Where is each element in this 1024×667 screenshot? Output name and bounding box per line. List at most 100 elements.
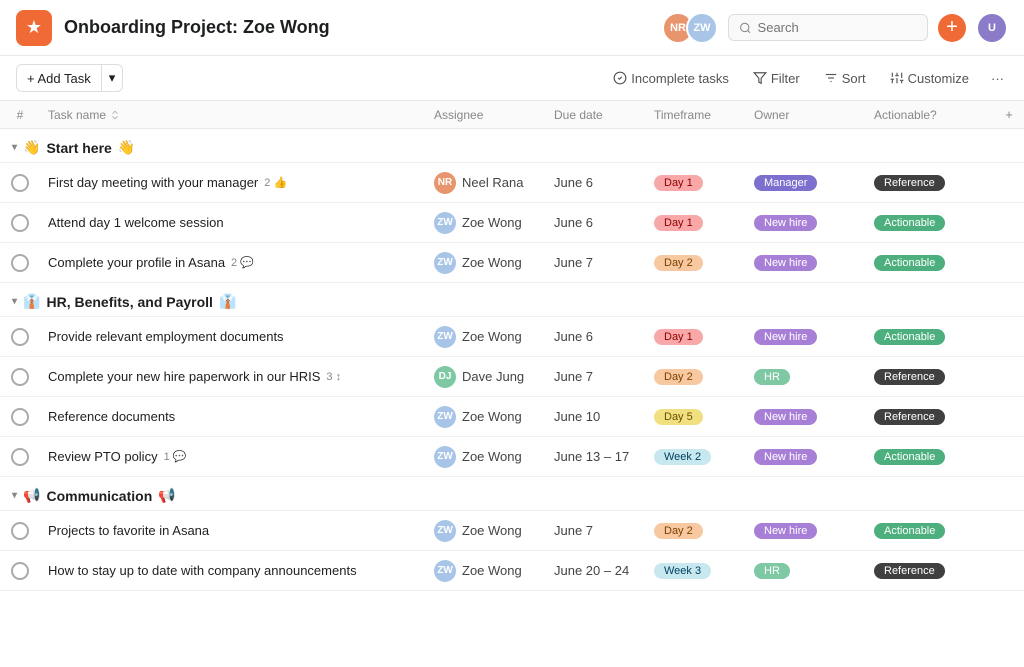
task-owner: New hire — [754, 214, 874, 231]
assignee-name: Zoe Wong — [462, 255, 522, 270]
task-assignee[interactable]: ZW Zoe Wong — [434, 446, 554, 468]
task-name[interactable]: Review PTO policy 1 💬 — [40, 441, 434, 472]
assignee-avatar: ZW — [434, 446, 456, 468]
timeframe-tag: Day 5 — [654, 409, 703, 425]
check-circle[interactable] — [11, 328, 29, 346]
table-row: First day meeting with your manager 2 👍 … — [0, 163, 1024, 203]
task-assignee[interactable]: ZW Zoe Wong — [434, 560, 554, 582]
incomplete-tasks-button[interactable]: Incomplete tasks — [607, 67, 735, 90]
section-header-communication[interactable]: ▾ 📢 Communication 📢 — [0, 477, 1024, 511]
task-name[interactable]: How to stay up to date with company anno… — [40, 555, 434, 586]
task-timeframe: Day 5 — [654, 408, 754, 425]
section-emoji-end: 📢 — [158, 487, 175, 504]
actionable-tag: Actionable — [874, 449, 945, 465]
owner-tag: HR — [754, 563, 790, 579]
task-assignee[interactable]: NR Neel Rana — [434, 172, 554, 194]
owner-tag: Manager — [754, 175, 817, 191]
actionable-tag: Actionable — [874, 523, 945, 539]
task-actionable: Actionable — [874, 448, 994, 465]
assignee-name: Zoe Wong — [462, 449, 522, 464]
section-emoji: 👋 — [23, 139, 40, 156]
task-assignee[interactable]: ZW Zoe Wong — [434, 326, 554, 348]
task-check[interactable] — [0, 214, 40, 232]
task-assignee[interactable]: DJ Dave Jung — [434, 366, 554, 388]
check-circle[interactable] — [11, 214, 29, 232]
task-due-date: June 7 — [554, 255, 654, 270]
task-check[interactable] — [0, 448, 40, 466]
owner-tag: New hire — [754, 449, 817, 465]
actionable-tag: Reference — [874, 369, 945, 385]
table-row: Projects to favorite in Asana ZW Zoe Won… — [0, 511, 1024, 551]
check-circle[interactable] — [11, 174, 29, 192]
timeframe-tag: Week 2 — [654, 449, 711, 465]
search-input[interactable] — [758, 20, 917, 35]
task-name[interactable]: Projects to favorite in Asana — [40, 515, 434, 546]
section-header-hr-benefits[interactable]: ▾ 👔 HR, Benefits, and Payroll 👔 — [0, 283, 1024, 317]
task-check[interactable] — [0, 408, 40, 426]
customize-button[interactable]: Customize — [884, 67, 975, 90]
search-bar[interactable] — [728, 14, 928, 41]
task-name[interactable]: Complete your profile in Asana 2 💬 — [40, 247, 434, 278]
task-check[interactable] — [0, 254, 40, 272]
add-task-main[interactable]: + Add Task — [17, 66, 101, 91]
check-circle[interactable] — [11, 368, 29, 386]
add-task-button[interactable]: + Add Task ▾ — [16, 64, 123, 92]
assignee-avatar: ZW — [434, 326, 456, 348]
task-check[interactable] — [0, 368, 40, 386]
owner-tag: New hire — [754, 255, 817, 271]
col-add[interactable]: + — [994, 107, 1024, 122]
section-emoji-end: 👔 — [219, 293, 236, 310]
task-check[interactable] — [0, 522, 40, 540]
task-assignee[interactable]: ZW Zoe Wong — [434, 212, 554, 234]
task-check[interactable] — [0, 328, 40, 346]
sort-button[interactable]: Sort — [818, 67, 872, 90]
timeframe-tag: Day 2 — [654, 255, 703, 271]
assignee-name: Zoe Wong — [462, 409, 522, 424]
actionable-tag: Reference — [874, 175, 945, 191]
header: ★ Onboarding Project: Zoe Wong NR ZW + U — [0, 0, 1024, 56]
check-circle[interactable] — [11, 254, 29, 272]
assignee-name: Zoe Wong — [462, 329, 522, 344]
assignee-avatar: DJ — [434, 366, 456, 388]
task-owner: HR — [754, 368, 874, 385]
more-options-button[interactable]: ··· — [987, 67, 1008, 90]
chevron-down-icon: ▾ — [12, 490, 17, 501]
task-due-date: June 7 — [554, 369, 654, 384]
filter-button[interactable]: Filter — [747, 67, 806, 90]
task-check[interactable] — [0, 174, 40, 192]
task-name[interactable]: Complete your new hire paperwork in our … — [40, 361, 434, 392]
actionable-tag: Reference — [874, 409, 945, 425]
task-name[interactable]: First day meeting with your manager 2 👍 — [40, 167, 434, 198]
task-assignee[interactable]: ZW Zoe Wong — [434, 252, 554, 274]
task-assignee[interactable]: ZW Zoe Wong — [434, 406, 554, 428]
task-name[interactable]: Attend day 1 welcome session — [40, 207, 434, 238]
task-assignee[interactable]: ZW Zoe Wong — [434, 520, 554, 542]
section-header-start-here[interactable]: ▾ 👋 Start here 👋 — [0, 129, 1024, 163]
assignee-name: Dave Jung — [462, 369, 524, 384]
task-due-date: June 7 — [554, 523, 654, 538]
col-owner: Owner — [754, 108, 874, 122]
task-check[interactable] — [0, 562, 40, 580]
timeframe-tag: Day 1 — [654, 329, 703, 345]
timeframe-tag: Day 2 — [654, 523, 703, 539]
check-circle[interactable] — [11, 562, 29, 580]
task-actionable: Reference — [874, 368, 994, 385]
check-circle[interactable] — [11, 522, 29, 540]
assignee-avatar: ZW — [434, 560, 456, 582]
user-avatar[interactable]: U — [976, 12, 1008, 44]
add-button[interactable]: + — [938, 14, 966, 42]
check-circle[interactable] — [11, 408, 29, 426]
table-row: Complete your profile in Asana 2 💬 ZW Zo… — [0, 243, 1024, 283]
task-name[interactable]: Provide relevant employment documents — [40, 321, 434, 352]
task-due-date: June 10 — [554, 409, 654, 424]
table-row: Attend day 1 welcome session ZW Zoe Wong… — [0, 203, 1024, 243]
task-actionable: Actionable — [874, 254, 994, 271]
actionable-tag: Actionable — [874, 215, 945, 231]
table-row: Reference documents ZW Zoe Wong June 10 … — [0, 397, 1024, 437]
toolbar-right: Incomplete tasks Filter Sort Customize ·… — [607, 67, 1008, 90]
add-task-dropdown[interactable]: ▾ — [101, 65, 123, 91]
task-due-date: June 20 – 24 — [554, 563, 654, 578]
check-circle[interactable] — [11, 448, 29, 466]
owner-tag: New hire — [754, 409, 817, 425]
task-name[interactable]: Reference documents — [40, 401, 434, 432]
